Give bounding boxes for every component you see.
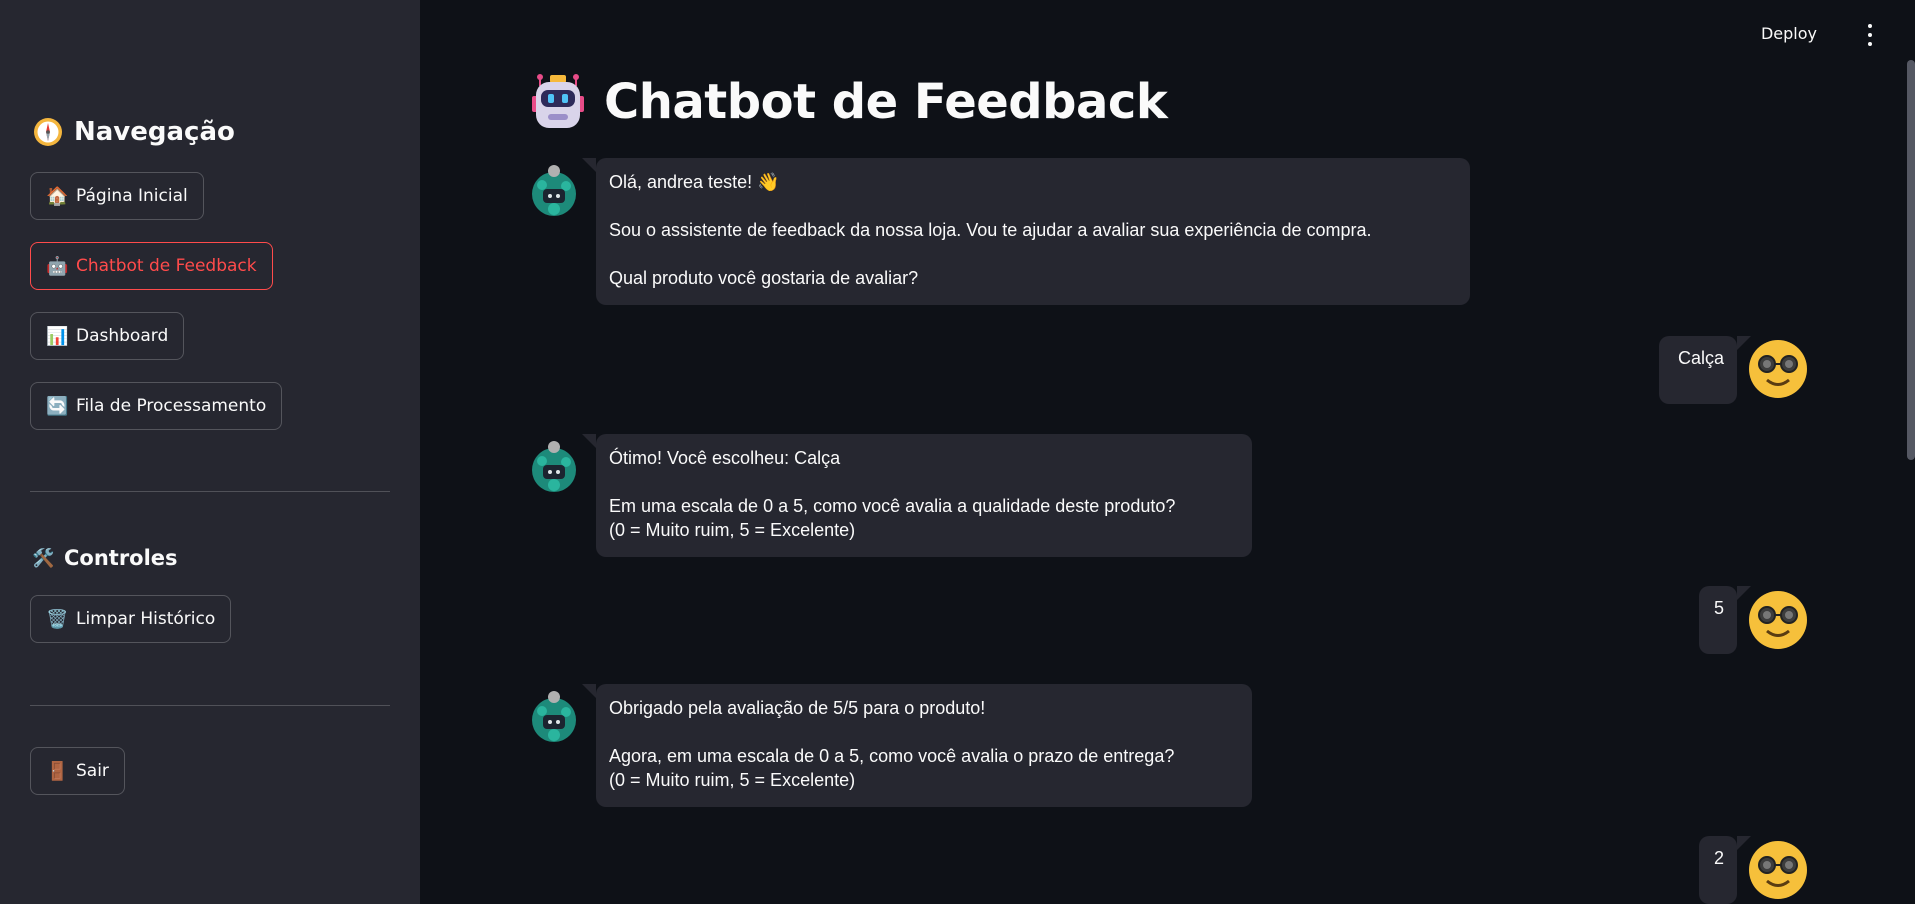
message-text: 2 [1713,848,1724,868]
message-paragraph: Ótimo! Você escolheu: Calça [609,448,841,468]
deploy-button[interactable]: Deploy [1761,24,1817,43]
refresh-icon: 🔄 [46,395,69,417]
user-message: Calça [1659,336,1751,404]
message-paragraph: Agora, em uma escala de 0 a 5, como você… [609,746,1175,766]
robot-icon [532,74,584,128]
sidebar-divider [30,491,390,492]
user-message: 2 [1699,836,1751,904]
bar-chart-icon: 📊 [46,325,69,347]
message-paragraph: Olá, andrea teste! 👋 [609,172,780,192]
nav-title: Navegação [32,116,235,148]
nav-button-dashboard[interactable]: 📊 Dashboard [30,312,185,360]
door-icon: 🚪 [46,760,69,782]
assistant-message: Obrigado pela avaliação de 5/5 para o pr… [582,684,1252,807]
nav-button-home[interactable]: 🏠 Página Inicial [30,172,204,220]
trash-icon: 🗑️ [46,608,69,630]
nav-button-label: Fila de Processamento [76,396,267,416]
message-paragraph: Obrigado pela avaliação de 5/5 para o pr… [609,698,986,718]
house-icon: 🏠 [46,185,69,207]
user-avatar-icon [1749,340,1807,398]
bot-avatar-icon [532,165,576,216]
nav-button-label: Dashboard [76,326,169,346]
sidebar: Navegação 🏠 Página Inicial 🤖 Chatbot de … [0,0,420,904]
user-message: 5 [1699,586,1751,654]
message-paragraph: (0 = Muito ruim, 5 = Excelente) [609,520,856,540]
page-title: Chatbot de Feedback [528,72,1168,132]
bot-avatar-icon [532,441,576,492]
scrollbar[interactable] [1907,60,1915,460]
more-menu-icon[interactable] [1863,24,1877,46]
user-avatar-icon [1749,591,1807,649]
message-paragraph: Qual produto você gostaria de avaliar? [609,268,919,288]
message-text: 5 [1713,598,1724,618]
nav-button-label: Página Inicial [76,186,188,206]
message-paragraph: (0 = Muito ruim, 5 = Excelente) [609,770,856,790]
controls-title: 🛠️ Controles [32,546,178,570]
message-paragraph: Sou o assistente de feedback da nossa lo… [609,220,1372,240]
tools-icon: 🛠️ [32,547,55,569]
nav-button-processing-queue[interactable]: 🔄 Fila de Processamento [30,382,283,430]
bot-avatar-icon [532,691,576,742]
message-paragraph: Em uma escala de 0 a 5, como você avalia… [609,496,1176,516]
message-text: Calça [1677,348,1724,368]
page-title-text: Chatbot de Feedback [604,74,1168,130]
clear-history-button[interactable]: 🗑️ Limpar Histórico [30,595,232,643]
logout-button[interactable]: 🚪 Sair [30,747,125,795]
user-avatar-icon [1749,841,1807,899]
logout-label: Sair [76,761,109,781]
assistant-message: Ótimo! Você escolheu: Calça Em uma escal… [582,434,1252,557]
compass-icon [34,118,62,146]
controls-title-text: Controles [64,546,178,570]
clear-history-label: Limpar Histórico [76,609,216,629]
nav-title-text: Navegação [74,117,235,147]
assistant-message: Olá, andrea teste! 👋 Sou o assistente de… [582,158,1470,305]
nav-button-chatbot[interactable]: 🤖 Chatbot de Feedback [30,242,273,290]
nav-button-label: Chatbot de Feedback [76,256,257,276]
sidebar-divider [30,705,390,706]
robot-icon: 🤖 [46,255,69,277]
